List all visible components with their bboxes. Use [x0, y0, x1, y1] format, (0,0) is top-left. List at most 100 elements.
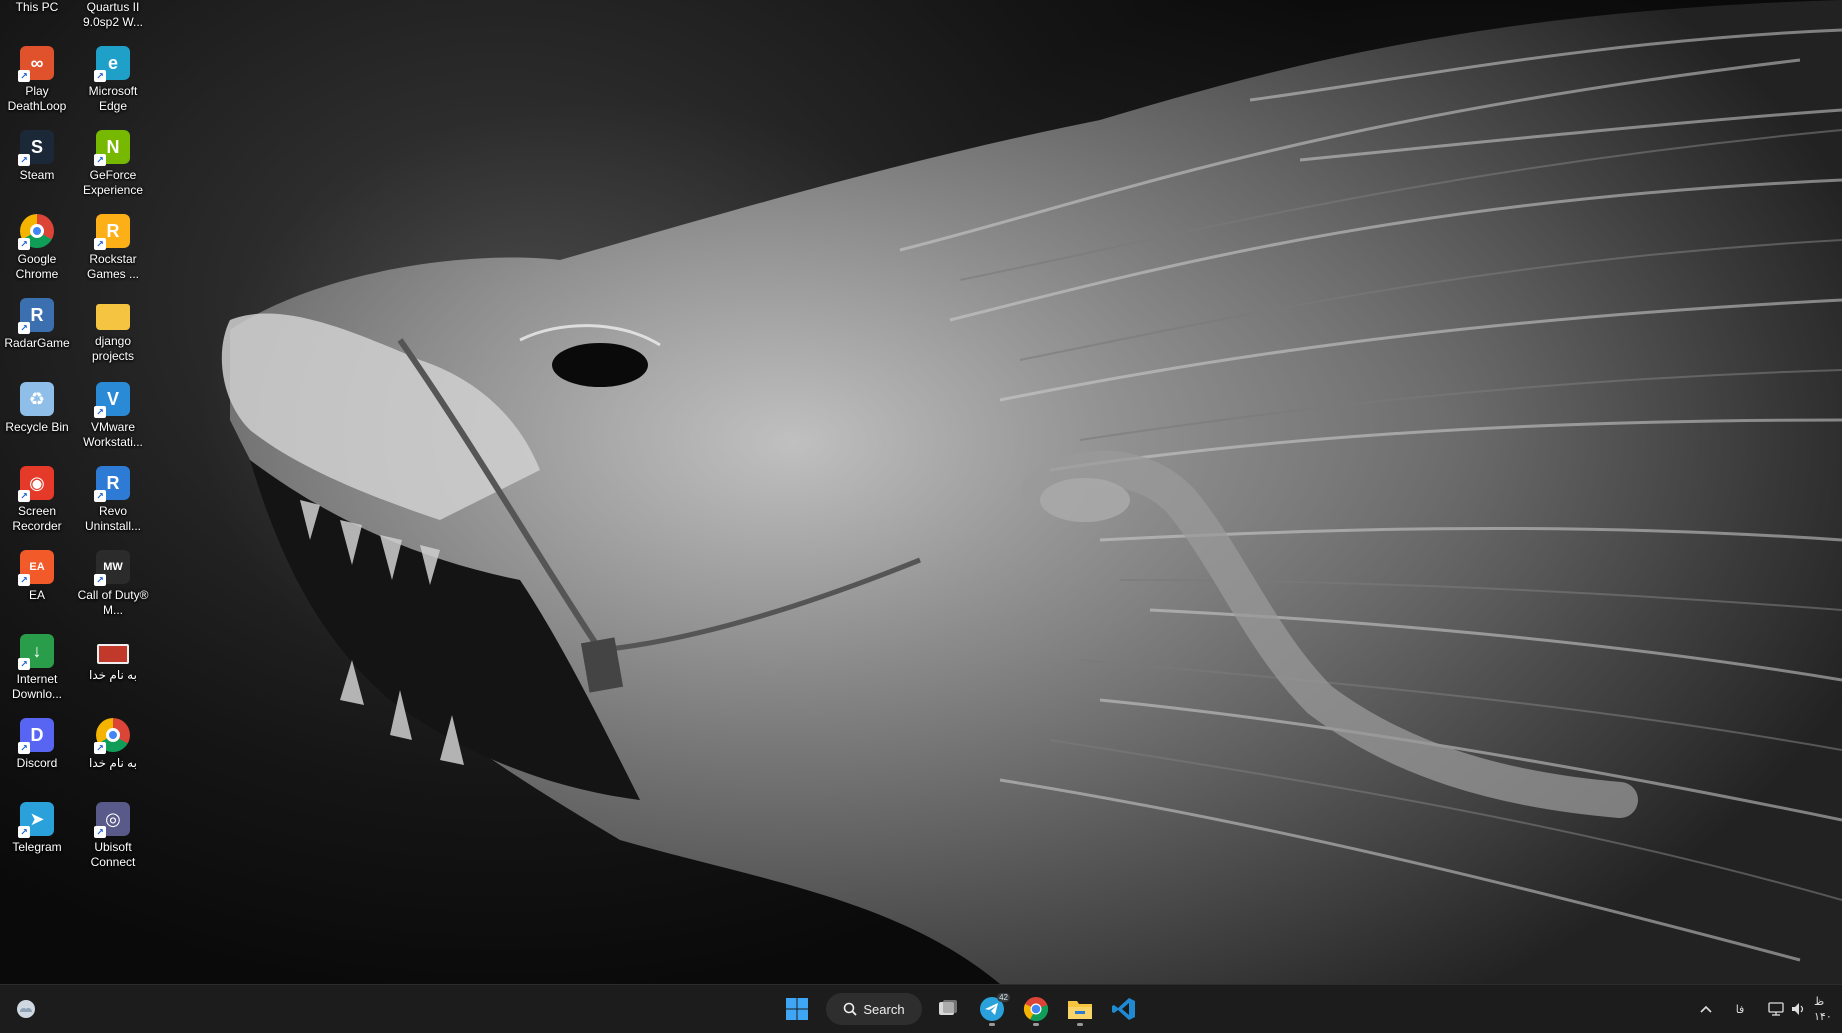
shortcut-arrow-icon: ↗	[18, 238, 30, 250]
desktop-icon-deathloop[interactable]: ∞ ↗ Play DeathLoop	[0, 42, 74, 122]
language-indicator[interactable]: فا	[1728, 993, 1752, 1025]
chevron-up-icon	[1700, 1005, 1712, 1013]
shortcut-arrow-icon: ↗	[18, 574, 30, 586]
desktop-icon-django[interactable]: django projects	[76, 294, 150, 374]
shortcut-arrow-icon: ↗	[94, 574, 106, 586]
desktop-icon-screenrec[interactable]: ◉ ↗ Screen Recorder	[0, 462, 74, 542]
taskbar: Search 42 فا ظ ۱۴۰	[0, 984, 1842, 1033]
desktop-icon-label: Play DeathLoop	[7, 84, 67, 113]
desktop-icon-label: Revo Uninstall...	[84, 504, 142, 533]
desktop-icon-label: Quartus II 9.0sp2 W...	[82, 0, 144, 29]
telegram-unread-badge: 42	[997, 993, 1010, 1002]
vscode-icon	[1112, 998, 1135, 1020]
search-icon	[844, 1002, 858, 1016]
desktop-icon-chrome[interactable]: ↗ Google Chrome	[0, 210, 74, 290]
taskbar-vscode[interactable]	[1106, 991, 1142, 1027]
desktop-icon-label: Screen Recorder	[12, 504, 62, 533]
clock-date: ۱۴۰	[1814, 1011, 1832, 1023]
desktop-icon-label: django projects	[91, 334, 135, 363]
taskbar-file-explorer[interactable]	[1062, 991, 1098, 1027]
shortcut-arrow-icon: ↗	[94, 490, 106, 502]
volume-icon	[1792, 1003, 1804, 1015]
desktop-wallpaper	[0, 0, 1842, 984]
shortcut-arrow-icon: ↗	[18, 742, 30, 754]
taskbar-search-box[interactable]: Search	[826, 993, 922, 1025]
desktop-icon-label: Recycle Bin	[5, 420, 69, 434]
desktop-icon-idm[interactable]: ↓ ↗ Internet Downlo...	[0, 630, 74, 710]
desktop-icon-label: Discord	[16, 756, 58, 770]
desktop-icon-farsi2[interactable]: ↗ به نام خدا	[76, 714, 150, 794]
rockstar-icon: R ↗	[94, 214, 130, 250]
idm-icon: ↓ ↗	[18, 634, 54, 670]
desktop-icon-ea[interactable]: EA ↗ EA	[0, 546, 74, 626]
desktop-icon-telegram[interactable]: ➤ ↗ Telegram	[0, 798, 74, 878]
shortcut-arrow-icon: ↗	[94, 154, 106, 166]
shortcut-arrow-icon: ↗	[94, 406, 106, 418]
desktop-icon-discord[interactable]: D ↗ Discord	[0, 714, 74, 794]
desktop-icon-label: EA	[28, 588, 45, 602]
clock[interactable]: ظ ۱۴۰	[1814, 993, 1842, 1025]
shortcut-arrow-icon: ↗	[18, 490, 30, 502]
desktop-icon-this-pc[interactable]: 🖥This PC	[0, 0, 74, 38]
language-label: فا	[1735, 1003, 1745, 1016]
desktop-icon-radargame[interactable]: R ↗ RadarGame	[0, 294, 74, 374]
desktop-icon-rockstar[interactable]: R ↗ Rockstar Games ...	[76, 210, 150, 290]
taskbar-telegram[interactable]: 42	[974, 991, 1010, 1027]
desktop-icon-label: Rockstar Games ...	[86, 252, 139, 281]
desktop-icon-steam[interactable]: S ↗ Steam	[0, 126, 74, 206]
revo-icon: R ↗	[94, 466, 130, 502]
shortcut-arrow-icon: ↗	[94, 70, 106, 82]
desktop-icon-label: GeForce Experience	[82, 168, 144, 197]
screen-recorder-icon: ◉ ↗	[18, 466, 54, 502]
desktop-icon-revo[interactable]: R ↗ Revo Uninstall...	[76, 462, 150, 542]
desktop-icon-label: به نام خدا	[89, 756, 137, 770]
desktop-icon-label: RadarGame	[4, 336, 70, 350]
desktop-icon-farsi1[interactable]: به نام خدا	[76, 630, 150, 710]
weather-icon	[17, 1000, 35, 1018]
desktop-icon-vmware[interactable]: V ↗ VMware Workstati...	[76, 378, 150, 458]
desktop-icon-ubisoft[interactable]: ◎ ↗ Ubisoft Connect	[76, 798, 150, 878]
shortcut-arrow-icon: ↗	[18, 826, 30, 838]
task-view-icon	[939, 1000, 957, 1015]
desktop-icon-label: Telegram	[12, 840, 62, 854]
ea-icon: EA ↗	[18, 550, 54, 586]
desktop-icon-label: VMware Workstati...	[83, 420, 143, 449]
desktop-icon-label: Internet Downlo...	[11, 672, 63, 701]
taskbar-chrome[interactable]	[1018, 991, 1054, 1027]
taskbar-task-view[interactable]	[930, 991, 966, 1027]
folder-icon	[1068, 1001, 1092, 1019]
chrome-icon: ↗	[18, 214, 54, 250]
discord-icon: D ↗	[18, 718, 54, 754]
shortcut-arrow-icon: ↗	[94, 742, 106, 754]
desktop-icon-label: Steam	[19, 168, 55, 182]
show-hidden-icons-button[interactable]	[1694, 993, 1718, 1025]
volume-control[interactable]	[1788, 993, 1810, 1025]
desktop-icon-label: Ubisoft Connect	[90, 840, 136, 869]
shortcut-arrow-icon: ↗	[94, 826, 106, 838]
desktop-icon-edge[interactable]: e ↗ Microsoft Edge	[76, 42, 150, 122]
wolf-artwork	[221, 0, 1842, 984]
desktop-icon-quartus[interactable]: QQuartus II 9.0sp2 W...	[76, 0, 150, 38]
weather-widget[interactable]	[8, 993, 44, 1025]
search-label: Search	[863, 1001, 905, 1017]
desktop-icon-label: Call of Duty® M...	[77, 588, 149, 617]
desktop-icon-label: Microsoft Edge	[88, 84, 138, 113]
running-indicator	[1033, 1023, 1039, 1026]
network-icon	[1768, 1002, 1784, 1016]
ubisoft-icon: ◎ ↗	[94, 802, 130, 838]
desktop-icon-cod[interactable]: MW ↗ Call of Duty® M...	[76, 546, 150, 626]
desktop-icon-label: Google Chrome	[15, 252, 59, 281]
network-status[interactable]	[1764, 993, 1788, 1025]
running-indicator	[989, 1023, 995, 1026]
desktop-icon-recycle[interactable]: ♻ Recycle Bin	[0, 378, 74, 458]
shortcut-arrow-icon: ↗	[18, 322, 30, 334]
recycle-bin-icon: ♻	[20, 382, 54, 416]
nvidia-icon: N ↗	[94, 130, 130, 166]
desktop-icon-geforce[interactable]: N ↗ GeForce Experience	[76, 126, 150, 206]
document-icon	[97, 644, 129, 664]
start-button[interactable]	[779, 991, 815, 1027]
shortcut-arrow-icon: ↗	[18, 658, 30, 670]
folder-icon	[96, 304, 130, 330]
desktop-icon-label: به نام خدا	[89, 668, 137, 682]
chrome-icon: ↗	[94, 718, 130, 754]
